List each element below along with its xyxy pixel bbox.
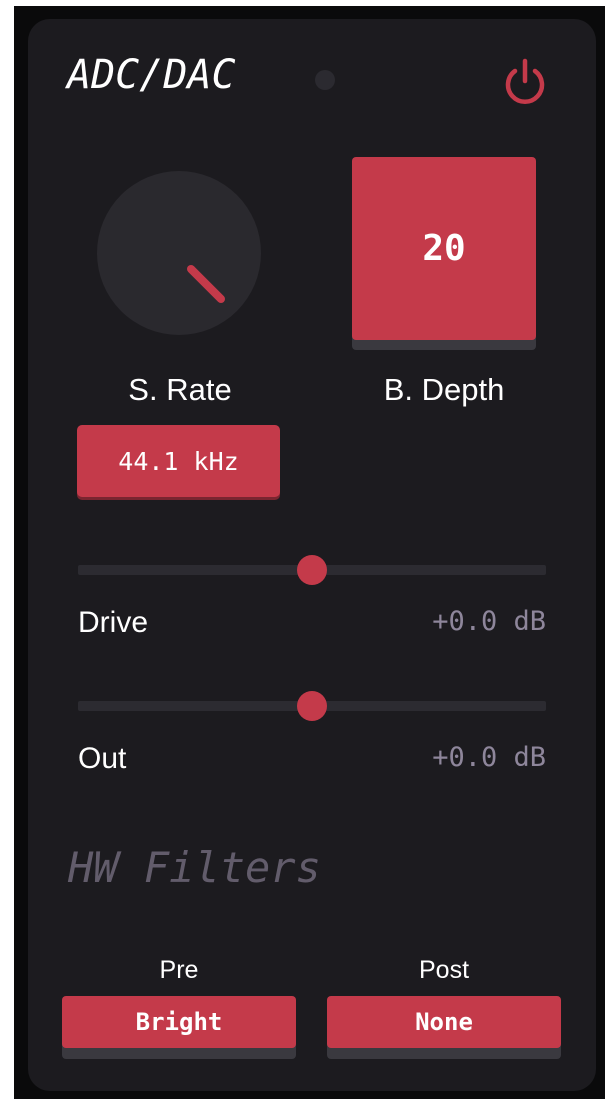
plugin-title: ADC/DAC [67, 52, 236, 98]
out-label: Out [78, 742, 127, 775]
bit-depth-label: B. Depth [383, 372, 505, 407]
status-led-icon [315, 70, 335, 90]
knob-pointer-icon [187, 265, 225, 303]
out-value: +0.0 dB [432, 742, 546, 773]
drive-value: +0.0 dB [432, 606, 546, 637]
hw-filters-title: HW Filters [68, 843, 321, 892]
drive-label: Drive [78, 606, 149, 639]
post-filter-button[interactable]: None [327, 996, 561, 1048]
out-slider-thumb[interactable] [297, 691, 327, 721]
sample-rate-label: S. Rate [128, 372, 232, 407]
sample-rate-value-box[interactable]: 44.1 kHz [77, 425, 280, 497]
post-filter-label: Post [418, 956, 470, 984]
pre-filter-label: Pre [159, 956, 199, 984]
sample-rate-knob[interactable] [97, 171, 261, 335]
drive-slider-track[interactable] [78, 555, 546, 585]
power-icon[interactable] [499, 55, 551, 107]
bit-depth-button[interactable]: 20 [352, 157, 536, 340]
drive-slider-thumb[interactable] [297, 555, 327, 585]
pre-filter-button[interactable]: Bright [62, 996, 296, 1048]
out-slider-track[interactable] [78, 691, 546, 721]
